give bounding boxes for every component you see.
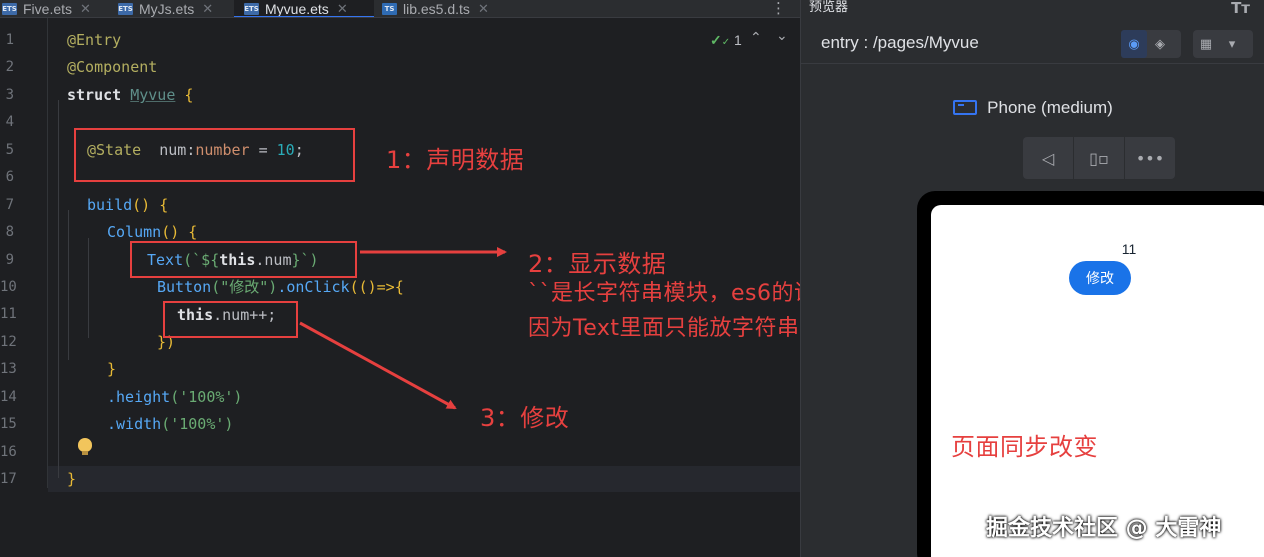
ets-file-icon: ETS	[118, 3, 133, 15]
device-selector[interactable]: Phone (medium)	[801, 98, 1264, 118]
chevron-down-icon[interactable]: ⌄	[776, 28, 788, 44]
note-declare-data: 1：声明数据	[386, 146, 525, 174]
line-number: 16	[0, 444, 17, 460]
tab-lib-es5-d-ts[interactable]: TS lib.es5.d.ts ✕	[382, 0, 489, 17]
line-number: 6	[5, 169, 14, 185]
line-number: 17	[0, 471, 17, 487]
close-icon[interactable]: ✕	[202, 1, 213, 17]
layout-toggle-group: ▦ ▾	[1193, 30, 1253, 58]
tab-five-ets[interactable]: ETS Five.ets ✕	[2, 0, 91, 17]
layers-icon[interactable]: ◈	[1147, 30, 1173, 58]
chevron-down-icon[interactable]: ▾	[1219, 30, 1245, 58]
note-template-string: ``是长字符串模块，es6的语法	[528, 281, 839, 306]
ets-file-icon: ETS	[2, 3, 17, 15]
check-icon: ✓	[710, 32, 722, 48]
more-tabs-icon[interactable]: ⋮	[771, 0, 786, 16]
fold-guide	[47, 18, 48, 488]
line-number: 8	[5, 224, 14, 240]
line-number: 11	[0, 306, 17, 322]
code-line-14[interactable]: .height('100%')	[107, 386, 242, 408]
note-modify: 3：修改	[480, 404, 570, 432]
rotate-device-icon[interactable]: ▯▫	[1074, 137, 1125, 179]
watermark: 掘金技术社区 @ 大雷神	[986, 516, 1222, 541]
line-number: 10	[0, 279, 17, 295]
current-line-highlight	[48, 466, 800, 492]
ts-file-icon: TS	[382, 3, 397, 15]
code-line-7[interactable]: build() {	[87, 194, 168, 216]
line-number: 7	[5, 197, 14, 213]
chevron-up-icon[interactable]: ⌃	[750, 30, 762, 46]
indent-guide	[68, 210, 69, 360]
indent-guide	[88, 238, 89, 338]
annotation-box-declare	[74, 128, 355, 182]
code-line-13[interactable]: }	[107, 358, 116, 380]
line-number: 4	[5, 114, 14, 130]
previewer-title: 预览器	[809, 0, 849, 15]
back-icon[interactable]: ◁	[1023, 137, 1074, 179]
line-number: 14	[0, 389, 17, 405]
code-line-8[interactable]: Column() {	[107, 221, 197, 243]
code-line-17[interactable]: }	[67, 468, 76, 490]
line-number: 5	[5, 142, 14, 158]
font-size-icon[interactable]: Tт	[1231, 0, 1250, 17]
annotation-box-modify	[163, 301, 298, 338]
inspector-toggle-group: ◉ ◈	[1121, 30, 1181, 58]
note-display-data: 2：显示数据	[528, 250, 667, 278]
modify-button[interactable]: 修改	[1069, 261, 1131, 295]
code-line-1[interactable]: @Entry	[67, 29, 121, 51]
close-icon[interactable]: ✕	[80, 1, 91, 17]
preview-toolbar: ◁ ▯▫ •••	[1023, 137, 1175, 179]
tab-myvue-ets[interactable]: ETS Myvue.ets ✕	[234, 0, 374, 17]
indent-guide	[58, 100, 59, 478]
code-line-3[interactable]: struct Myvue {	[67, 84, 193, 106]
grid-icon[interactable]: ▦	[1193, 30, 1219, 58]
annotation-box-display	[130, 241, 357, 278]
note-page-sync: 页面同步改变	[951, 433, 1098, 461]
code-line-15[interactable]: .width('100%')	[107, 413, 233, 435]
code-line-2[interactable]: @Component	[67, 56, 157, 78]
phone-frame: 11 修改	[917, 191, 1264, 557]
device-icon	[953, 100, 978, 115]
tab-myjs-ets[interactable]: ETS MyJs.ets ✕	[118, 0, 213, 17]
line-number: 13	[0, 361, 17, 377]
code-line-10[interactable]: Button("修改").onClick(()=>{	[157, 276, 404, 298]
eye-inspect-icon[interactable]: ◉	[1121, 30, 1147, 58]
line-number: 15	[0, 416, 17, 432]
line-number: 1	[5, 32, 14, 48]
more-icon[interactable]: •••	[1125, 137, 1175, 179]
ets-file-icon: ETS	[244, 3, 259, 15]
previewer-header: entry : /pages/Myvue ◉ ◈ ▦ ▾	[801, 22, 1264, 64]
lightbulb-icon[interactable]	[78, 438, 92, 455]
route-label: entry : /pages/Myvue	[821, 33, 979, 52]
line-number: 12	[0, 334, 17, 350]
previewer-panel: 预览器 Tт entry : /pages/Myvue ◉ ◈ ▦ ▾ Phon…	[800, 0, 1264, 557]
phone-screen: 11 修改	[931, 205, 1264, 557]
close-icon[interactable]: ✕	[337, 1, 348, 17]
note-text-string-only: 因为Text里面只能放字符串	[528, 316, 800, 341]
counter-text: 11	[1121, 241, 1137, 257]
line-number: 2	[5, 59, 14, 75]
editor-tab-bar: ETS Five.ets ✕ ETS MyJs.ets ✕ ETS Myvue.ets ✕ …	[0, 0, 800, 18]
inspection-widget[interactable]: ✓✓ 1	[710, 32, 742, 49]
line-number: 3	[5, 87, 14, 103]
line-number: 9	[5, 252, 14, 268]
close-icon[interactable]: ✕	[478, 1, 489, 17]
